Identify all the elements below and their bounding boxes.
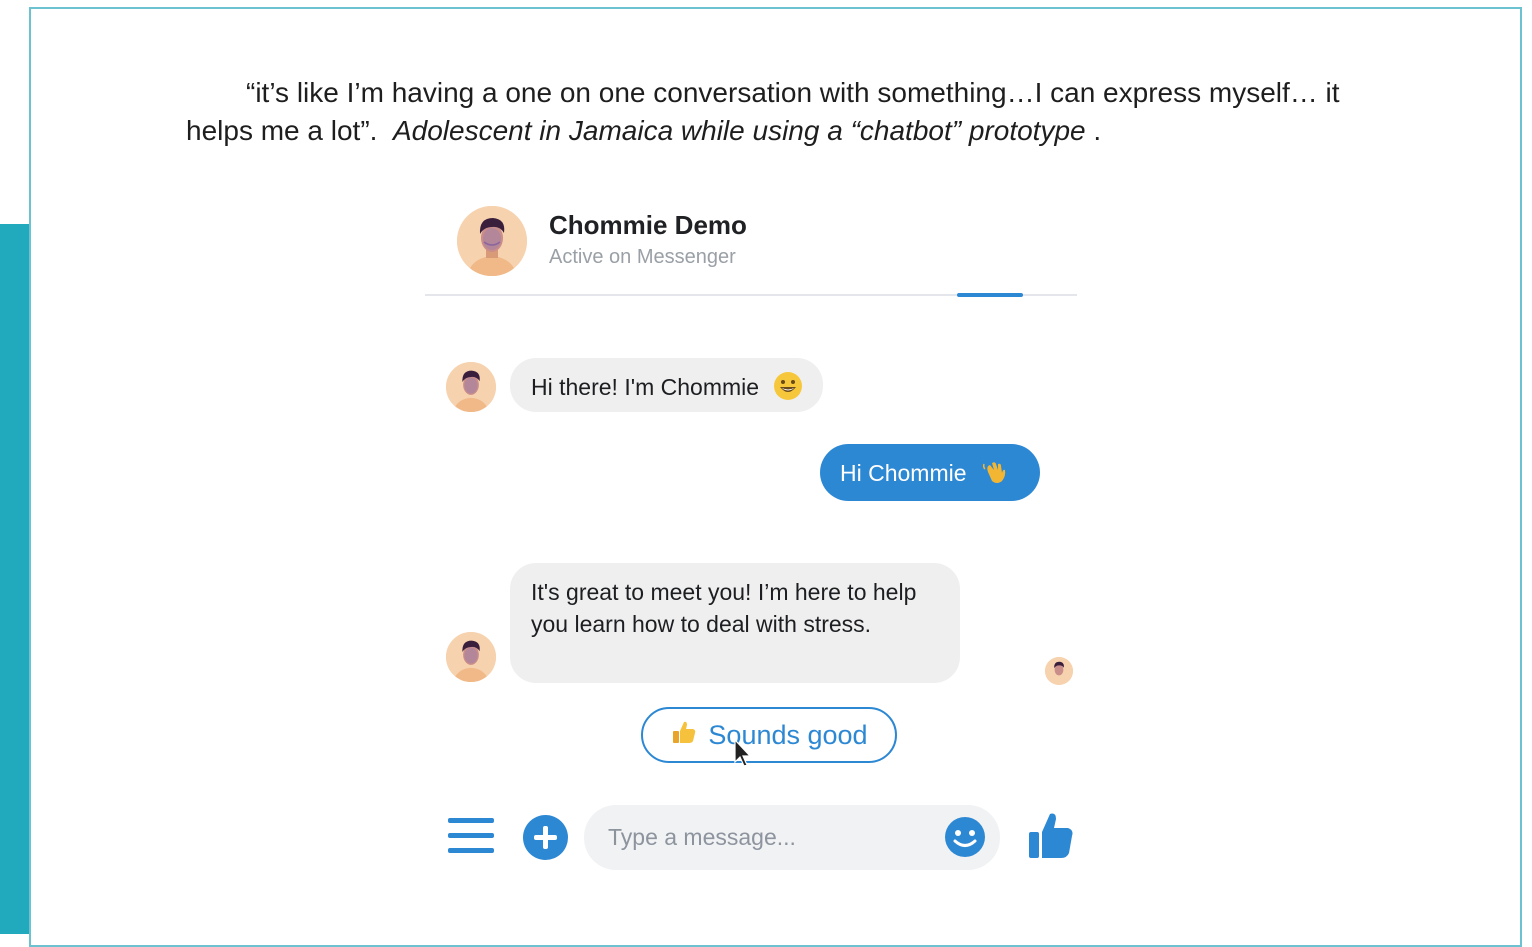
quote-line-2: helps me a lot”. Adolescent in Jamaica w… <box>186 115 1101 146</box>
seen-indicator-avatar <box>1045 657 1073 685</box>
bot-message-bubble: Hi there! I'm Chommie <box>510 358 824 412</box>
user-message-text: Hi Chommie <box>840 460 967 487</box>
thumbs-up-icon[interactable] <box>1027 810 1075 860</box>
contact-avatar[interactable] <box>457 206 527 276</box>
bot-message-text: Hi there! I'm Chommie <box>531 374 760 401</box>
bot-message-bubble: It's great to meet you! I’m here to help… <box>510 563 960 683</box>
menu-icon[interactable] <box>448 818 494 856</box>
bot-avatar <box>446 362 496 412</box>
chat-header: Chommie Demo Active on Messenger <box>425 198 1077 296</box>
plus-icon[interactable] <box>523 815 568 860</box>
header-active-indicator <box>957 293 1023 297</box>
message-input-container <box>584 805 1000 870</box>
message-input[interactable] <box>606 805 940 870</box>
side-accent-bar <box>0 224 30 934</box>
quick-reply-button[interactable]: Sounds good <box>641 707 897 763</box>
quote-trailing: . <box>1085 115 1102 146</box>
bot-message-text: It's great to meet you! I’m here to help… <box>531 579 917 637</box>
quote-line-2-start: helps me a lot”. <box>186 115 378 146</box>
contact-status: Active on Messenger <box>549 246 736 268</box>
bot-avatar <box>446 632 496 682</box>
waving-hand-icon <box>981 458 1009 492</box>
cursor-icon <box>733 738 753 768</box>
contact-name: Chommie Demo <box>549 210 747 240</box>
grinning-face-icon <box>773 371 803 407</box>
user-message-bubble: Hi Chommie <box>820 444 1040 501</box>
testimonial-quote: “it’s like I’m having a one on one conve… <box>186 74 1416 150</box>
emoji-icon[interactable] <box>944 816 986 858</box>
thumbs-up-icon <box>670 718 698 753</box>
quote-line-1: “it’s like I’m having a one on one conve… <box>246 77 1340 108</box>
quote-attribution: Adolescent in Jamaica while using a “cha… <box>392 115 1086 146</box>
